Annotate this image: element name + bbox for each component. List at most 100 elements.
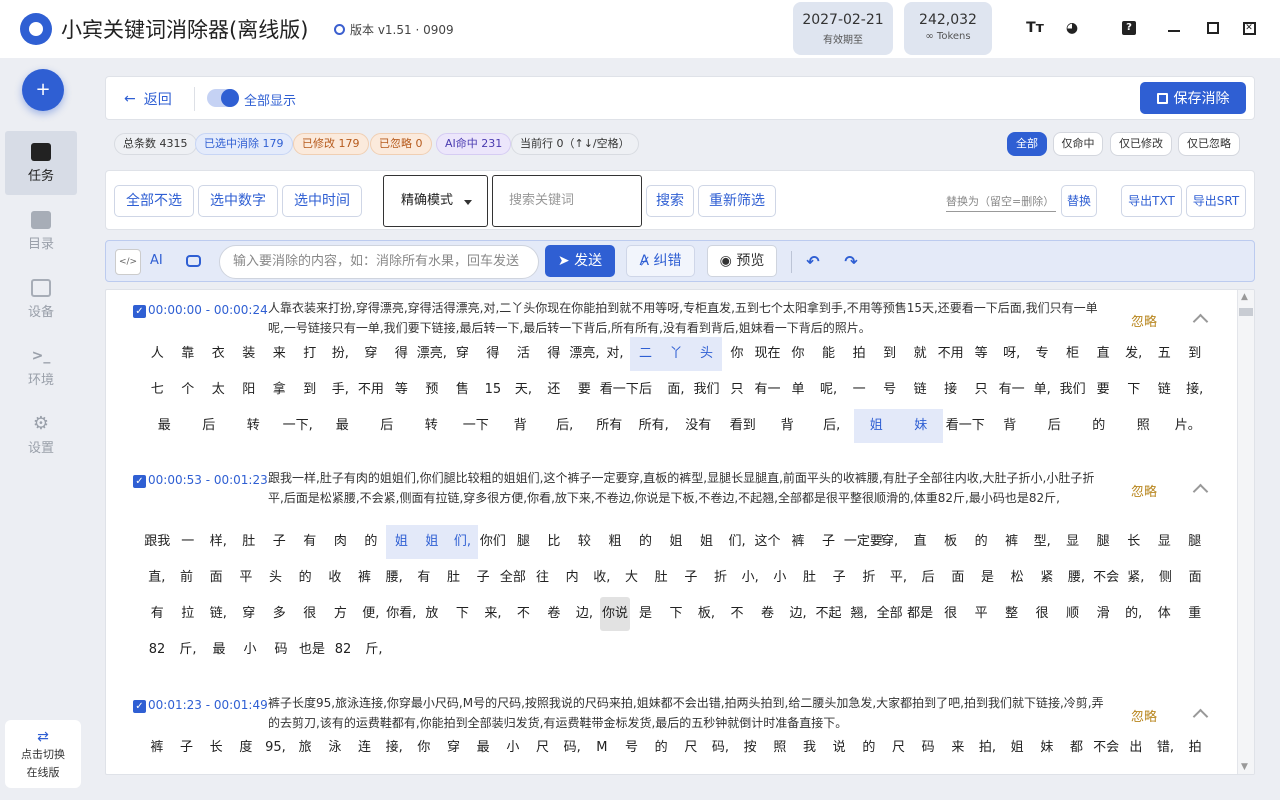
- token[interactable]: 装: [234, 337, 265, 371]
- token[interactable]: 售: [447, 373, 478, 407]
- token[interactable]: 打: [295, 337, 326, 371]
- token[interactable]: 号: [874, 373, 905, 407]
- token[interactable]: 的: [290, 561, 320, 595]
- token[interactable]: 来: [264, 337, 295, 371]
- token[interactable]: 最: [204, 633, 234, 667]
- token[interactable]: 这个: [752, 525, 783, 559]
- token[interactable]: 斤,: [173, 633, 203, 667]
- token[interactable]: 紧: [1032, 561, 1062, 595]
- palette-icon[interactable]: ◕: [1062, 18, 1082, 38]
- token[interactable]: 前: [172, 561, 202, 595]
- token[interactable]: 平,: [884, 561, 914, 595]
- token[interactable]: 82: [142, 633, 172, 667]
- token[interactable]: 姐: [691, 525, 722, 559]
- token[interactable]: 太: [203, 373, 234, 407]
- token[interactable]: 很: [1027, 597, 1058, 631]
- token[interactable]: 妹: [898, 409, 943, 443]
- token[interactable]: 往: [528, 561, 558, 595]
- refresh-icon[interactable]: [334, 24, 345, 35]
- token[interactable]: 靠: [173, 337, 204, 371]
- token[interactable]: 没有: [676, 409, 721, 443]
- token[interactable]: 收,: [587, 561, 617, 595]
- token[interactable]: 后: [630, 373, 661, 407]
- token[interactable]: 一: [844, 373, 875, 407]
- token[interactable]: 看一下: [600, 373, 639, 407]
- token[interactable]: 下: [1118, 373, 1149, 407]
- code-icon[interactable]: </>: [115, 249, 141, 275]
- token[interactable]: 全部: [874, 597, 905, 631]
- token[interactable]: 后: [187, 409, 232, 443]
- token[interactable]: 我们: [1057, 373, 1088, 407]
- robot-icon[interactable]: [186, 255, 201, 267]
- token[interactable]: 来,: [478, 597, 509, 631]
- token[interactable]: 裤: [783, 525, 814, 559]
- token[interactable]: 我: [795, 731, 825, 765]
- chevron-up-icon[interactable]: [1192, 708, 1209, 725]
- sidebar-item-device[interactable]: 设备: [5, 267, 77, 331]
- token[interactable]: 的: [630, 525, 661, 559]
- token[interactable]: 有: [295, 525, 326, 559]
- token[interactable]: 大: [617, 561, 647, 595]
- token[interactable]: 都: [1062, 731, 1092, 765]
- fix-button[interactable]: A̷ 纠错: [626, 245, 695, 277]
- token[interactable]: 人: [142, 337, 173, 371]
- token[interactable]: 裤: [996, 525, 1027, 559]
- token[interactable]: 腿: [1179, 525, 1210, 559]
- send-button[interactable]: ➤ 发送: [545, 245, 615, 277]
- token[interactable]: 很: [935, 597, 966, 631]
- token[interactable]: 侧: [1151, 561, 1181, 595]
- token[interactable]: 拍,: [973, 731, 1003, 765]
- token[interactable]: 后: [1032, 409, 1077, 443]
- select-time-button[interactable]: 选中时间: [282, 185, 362, 217]
- token[interactable]: 松: [1002, 561, 1032, 595]
- sidebar-item-task[interactable]: 任务: [5, 131, 77, 195]
- token[interactable]: 不会: [1091, 561, 1121, 595]
- token[interactable]: 收: [320, 561, 350, 595]
- ignore-button[interactable]: 忽略: [1131, 706, 1157, 725]
- token[interactable]: 的,: [1118, 597, 1149, 631]
- replace-button[interactable]: 替换: [1061, 185, 1097, 217]
- token[interactable]: 穿: [439, 731, 469, 765]
- ignore-button[interactable]: 忽略: [1131, 311, 1157, 330]
- token[interactable]: 泳: [320, 731, 350, 765]
- token[interactable]: 肚: [646, 561, 676, 595]
- token[interactable]: 片。: [1166, 409, 1211, 443]
- token[interactable]: 顺: [1057, 597, 1088, 631]
- token[interactable]: 连: [350, 731, 380, 765]
- help-icon[interactable]: ?: [1119, 18, 1139, 38]
- token[interactable]: 的: [646, 731, 676, 765]
- token[interactable]: 不用: [356, 373, 387, 407]
- token[interactable]: 姐: [1002, 731, 1032, 765]
- token[interactable]: 不用: [935, 337, 966, 371]
- token[interactable]: 一下: [454, 409, 499, 443]
- token[interactable]: 下: [447, 597, 478, 631]
- token[interactable]: 拍: [844, 337, 875, 371]
- token[interactable]: 尺: [528, 731, 558, 765]
- token[interactable]: 穿: [356, 337, 387, 371]
- token[interactable]: 95,: [261, 731, 291, 765]
- token[interactable]: 滑: [1088, 597, 1119, 631]
- token[interactable]: 只: [722, 373, 753, 407]
- token[interactable]: 有: [409, 561, 439, 595]
- token[interactable]: 后: [365, 409, 410, 443]
- token[interactable]: 姐: [416, 525, 448, 559]
- token[interactable]: 七: [142, 373, 173, 407]
- token[interactable]: 后,: [810, 409, 855, 443]
- token[interactable]: 紧,: [1121, 561, 1151, 595]
- token[interactable]: 阳: [234, 373, 265, 407]
- token[interactable]: 转: [231, 409, 276, 443]
- token[interactable]: 看到: [721, 409, 766, 443]
- token[interactable]: 姐: [661, 525, 692, 559]
- token[interactable]: 方: [325, 597, 356, 631]
- token[interactable]: 型,: [1027, 525, 1058, 559]
- token[interactable]: 等: [386, 373, 417, 407]
- token[interactable]: 妹: [1032, 731, 1062, 765]
- token[interactable]: 码: [913, 731, 943, 765]
- token[interactable]: 拿: [264, 373, 295, 407]
- maximize-icon[interactable]: [1203, 18, 1223, 38]
- token[interactable]: 15: [478, 373, 509, 407]
- token[interactable]: 折: [706, 561, 736, 595]
- sidebar-item-settings[interactable]: ⚙ 设置: [5, 403, 77, 467]
- token[interactable]: 漂亮,: [417, 337, 448, 371]
- token[interactable]: 下: [661, 597, 692, 631]
